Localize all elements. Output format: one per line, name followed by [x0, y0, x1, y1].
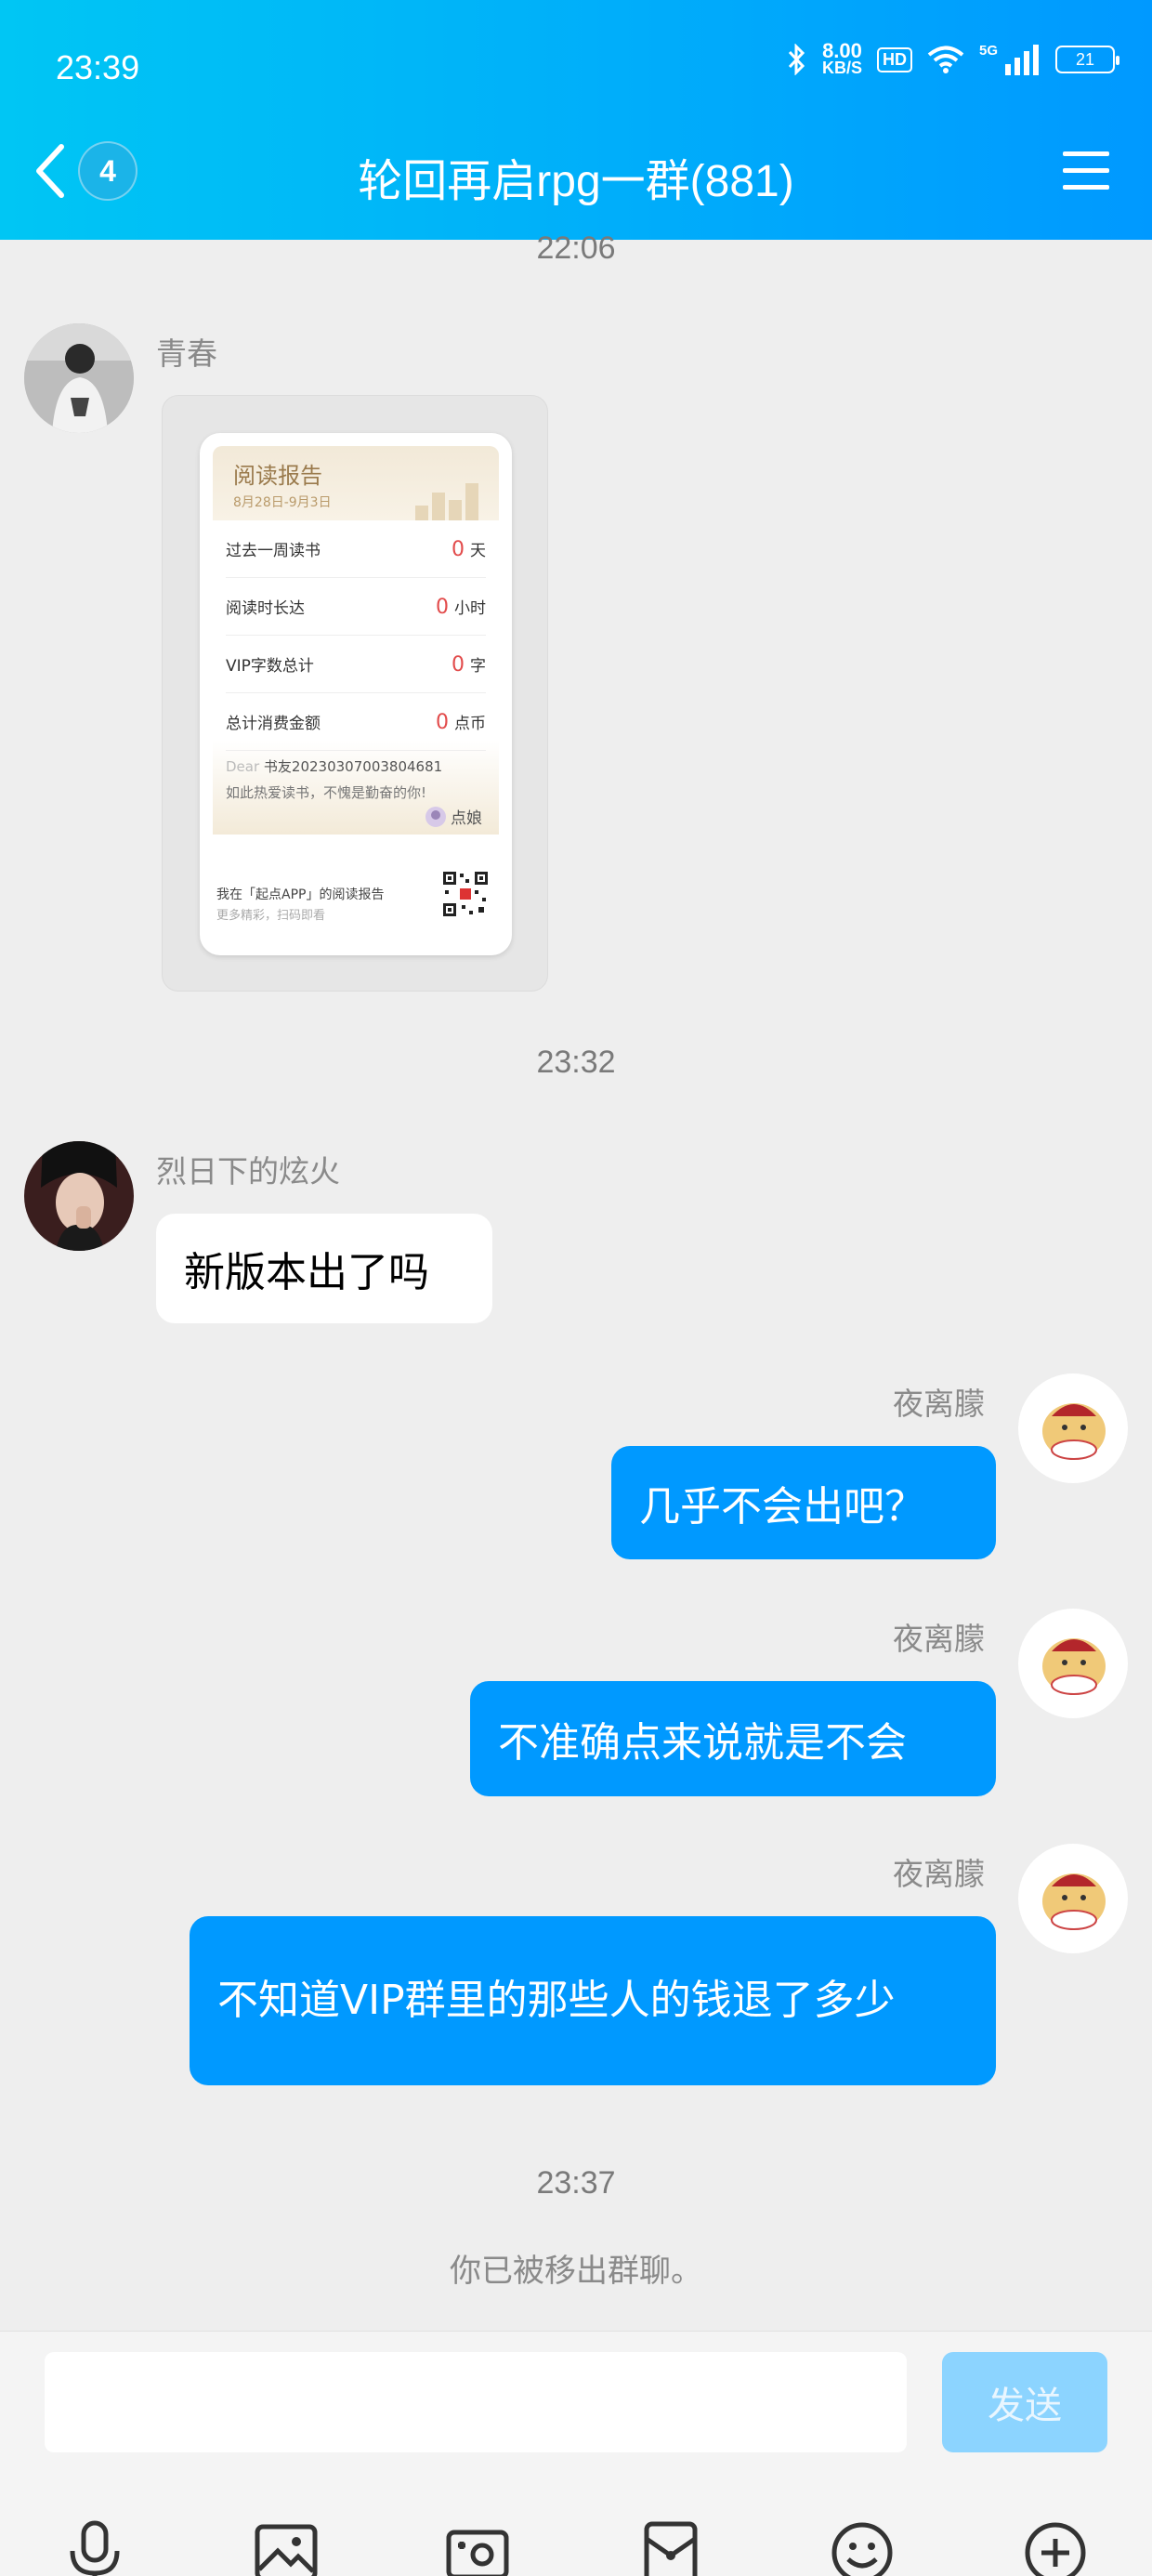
voice-button[interactable] [58, 2516, 132, 2576]
stat-label: 阅读时长达 [226, 599, 305, 618]
person-avatar-icon [24, 323, 134, 433]
avatar[interactable] [1018, 1373, 1128, 1483]
avatar[interactable] [1018, 1844, 1128, 1953]
avatar[interactable] [1018, 1609, 1128, 1718]
timestamp: 22:06 [536, 230, 616, 266]
report-header: 阅读报告 8月28日-9月3日 [213, 446, 499, 520]
report-title: 阅读报告 [233, 463, 322, 489]
stat-label: VIP字数总计 [226, 657, 314, 676]
stat-unit: 字 [470, 656, 486, 676]
report-signature: 点娘 [425, 805, 482, 828]
image-icon [255, 2524, 318, 2576]
message-bubble[interactable]: 不准确点来说就是不会 [470, 1681, 996, 1796]
bar-graphic-icon [415, 483, 478, 520]
stat-row: 总计消费金额 0 点币 [226, 693, 486, 751]
bluetooth-icon [788, 44, 805, 75]
report-footer-hint: 更多精彩，扫码即看 [216, 909, 326, 923]
cartoon-avatar-icon [1018, 1373, 1128, 1483]
sender-name: 烈日下的炫火 [156, 1153, 340, 1189]
status-time: 23:39 [56, 48, 140, 86]
send-button[interactable]: 发送 [942, 2352, 1107, 2452]
signal-icon [1005, 45, 1039, 75]
red-packet-button[interactable] [634, 2516, 708, 2576]
sender-name: 青春 [156, 335, 217, 372]
stat-row: 阅读时长达 0 小时 [226, 578, 486, 636]
stat-unit: 天 [470, 541, 486, 560]
sender-name: 夜离朦 [893, 1856, 985, 1892]
wifi-icon [927, 46, 964, 73]
report-body: 过去一周读书 0天 阅读时长达 0 小时 VIP字数总计 0字 总计消费金额 0点… [213, 520, 499, 835]
cartoon-avatar-icon [1018, 1609, 1128, 1718]
report-dear: Dear 书友20230307003804681 [226, 758, 443, 775]
battery-indicator: 21 [1055, 46, 1119, 73]
qr-code-icon [441, 870, 490, 918]
stat-value: 0 [436, 710, 449, 734]
network-type: 5G [978, 42, 998, 59]
camera-button[interactable] [440, 2516, 515, 2576]
microphone-icon [70, 2520, 120, 2576]
camera-icon [446, 2530, 509, 2576]
system-message: 你已被移出群聊。 [450, 2253, 702, 2290]
sender-name: 夜离朦 [893, 1386, 985, 1422]
emoji-icon [831, 2522, 893, 2576]
person-avatar-icon [24, 1141, 134, 1251]
image-button[interactable] [249, 2516, 323, 2576]
avatar[interactable] [24, 1141, 134, 1251]
more-button[interactable] [1018, 2516, 1093, 2576]
stat-row: 过去一周读书 0天 [226, 520, 486, 578]
stat-unit: 小时 [454, 598, 486, 618]
status-icons: 8.00 KB/S HD 5G 21 [787, 39, 1119, 77]
message-bubble[interactable]: 不知道VIP群里的那些人的钱退了多少 [190, 1916, 996, 2085]
hd-indicator: HD [876, 46, 912, 72]
chat-header: 23:39 8.00 KB/S HD 5G 21 4 轮回再启rpg一群(881… [0, 0, 1152, 240]
cartoon-avatar-icon [1018, 1844, 1128, 1953]
report-footer: 我在「起点APP」的阅读报告 [216, 887, 385, 902]
stat-value: 0 [452, 537, 465, 561]
input-bar: 发送 [0, 2331, 1152, 2576]
page-title: 轮回再启rpg一群(881) [358, 157, 794, 206]
message-input[interactable] [45, 2352, 907, 2452]
report-date: 8月28日-9月3日 [233, 495, 332, 510]
mascot-icon [425, 806, 446, 827]
reading-report-card: 阅读报告 8月28日-9月3日 过去一周读书 0天 阅读时长达 0 小时 VIP字… [200, 433, 512, 955]
stat-row: VIP字数总计 0字 [226, 636, 486, 693]
avatar[interactable] [24, 323, 134, 433]
stat-value: 0 [452, 652, 465, 677]
stat-unit: 点币 [454, 714, 486, 733]
red-packet-icon [644, 2521, 698, 2576]
sender-name: 夜离朦 [893, 1621, 985, 1657]
stat-label: 总计消费金额 [226, 715, 321, 733]
timestamp: 23:32 [536, 1045, 616, 1080]
emoji-button[interactable] [825, 2516, 899, 2576]
timestamp: 23:37 [536, 2165, 616, 2201]
message-bubble[interactable]: 几乎不会出吧？ [611, 1446, 996, 1559]
message-bubble[interactable]: 新版本出了吗 [156, 1214, 492, 1323]
stat-value: 0 [436, 595, 449, 619]
plus-icon [1025, 2522, 1086, 2576]
image-message[interactable]: 阅读报告 8月28日-9月3日 过去一周读书 0天 阅读时长达 0 小时 VIP字… [162, 395, 548, 992]
menu-button[interactable] [1061, 149, 1111, 197]
network-speed: 8.00 KB/S [821, 39, 862, 77]
stat-label: 过去一周读书 [226, 542, 321, 560]
hamburger-icon [1063, 151, 1109, 190]
report-message: 如此热爱读书，不愧是勤奋的你! [226, 784, 427, 801]
